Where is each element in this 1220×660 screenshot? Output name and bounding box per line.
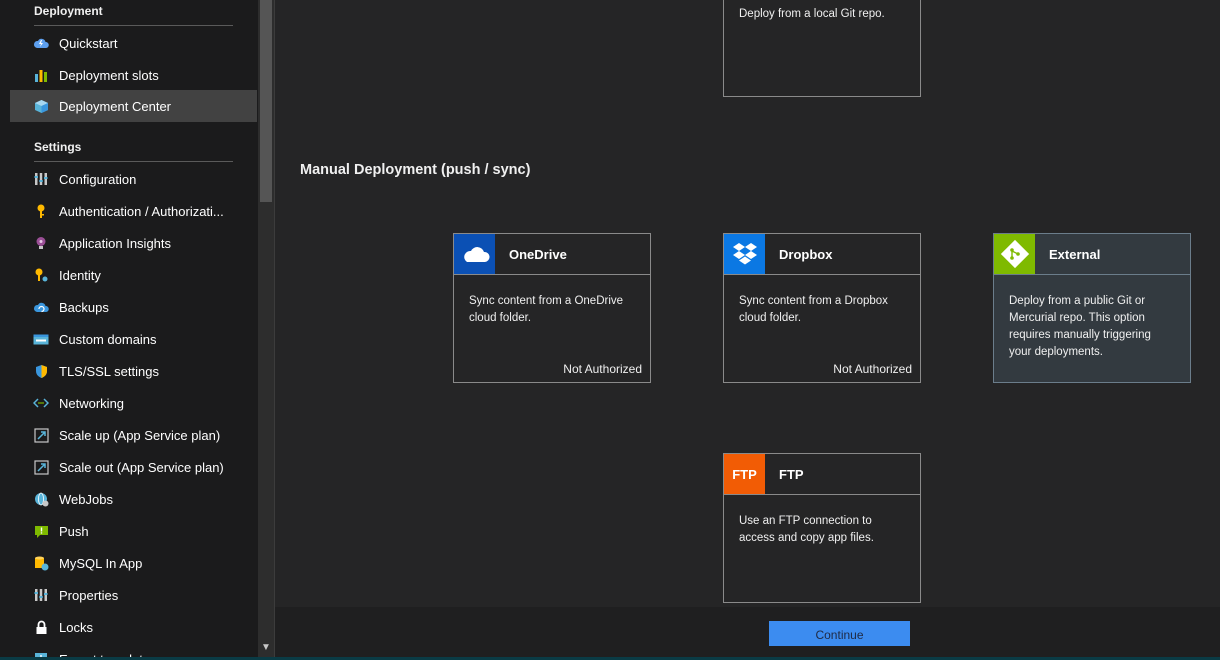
ftp-card[interactable]: FTP FTP Use an FTP connection to access … (723, 453, 921, 603)
key-icon (33, 203, 49, 219)
main-content: Deploy from a local Git repo. Manual Dep… (275, 0, 1220, 660)
sidebar-item-custom-domains[interactable]: Custom domains (10, 323, 257, 355)
manual-deployment-heading: Manual Deployment (push / sync) (300, 162, 531, 178)
sidebar-item-locks[interactable]: Locks (10, 611, 257, 643)
section-divider (34, 161, 233, 162)
sidebar-item-label: Quickstart (59, 35, 118, 51)
sidebar-item-label: Locks (59, 619, 93, 635)
card-description: Use an FTP connection to access and copy… (739, 515, 874, 544)
properties-icon (33, 587, 49, 603)
sidebar-item-webjobs[interactable]: WebJobs (10, 483, 257, 515)
card-header: Dropbox (724, 234, 920, 275)
sidebar-item-label: Scale up (App Service plan) (59, 427, 221, 443)
sidebar-item-label: Backups (59, 299, 109, 315)
card-description: Sync content from a Dropbox cloud folder… (739, 295, 888, 324)
card-description: Sync content from a OneDrive cloud folde… (469, 295, 624, 324)
identity-key-icon (33, 267, 49, 283)
sidebar-item-label: Custom domains (59, 331, 157, 347)
sidebar-item-label: Properties (59, 587, 119, 603)
card-description: Deploy from a local Git repo. (739, 8, 885, 20)
section-heading-deployment: Deployment (34, 4, 103, 18)
sidebar-item-application-insights[interactable]: Application Insights (10, 227, 257, 259)
sidebar: Deployment Quickstart Deployment slots D… (0, 0, 258, 660)
sidebar-item-label: Push (59, 523, 89, 539)
sidebar-item-label: Deployment slots (59, 67, 159, 83)
sidebar-item-label: Scale out (App Service plan) (59, 459, 224, 475)
sidebar-item-properties[interactable]: Properties (10, 579, 257, 611)
sidebar-item-deployment-center[interactable]: Deployment Center (10, 90, 257, 122)
continue-button[interactable]: Continue (769, 621, 910, 646)
section-heading-settings: Settings (34, 140, 82, 154)
database-icon (33, 555, 49, 571)
scale-up-icon (33, 427, 49, 443)
push-icon (33, 523, 49, 539)
sidebar-item-tls-ssl-settings[interactable]: TLS/SSL settings (10, 355, 257, 387)
external-card[interactable]: External Deploy from a public Git or Mer… (993, 233, 1191, 383)
shield-icon (33, 363, 49, 379)
backup-cloud-icon (33, 299, 49, 315)
sidebar-item-label: Configuration (59, 171, 137, 187)
dropbox-icon (724, 234, 765, 274)
card-title: External (1049, 246, 1101, 262)
sidebar-item-mysql-in-app[interactable]: MySQL In App (10, 547, 257, 579)
sidebar-item-deployment-slots[interactable]: Deployment slots (10, 59, 257, 91)
sidebar-item-quickstart[interactable]: Quickstart (10, 27, 257, 59)
onedrive-card[interactable]: OneDrive Sync content from a OneDrive cl… (453, 233, 651, 383)
sidebar-scrollbar[interactable]: ▼ (258, 0, 274, 660)
sidebar-item-label: Application Insights (59, 235, 172, 251)
sidebar-item-label: Identity (59, 267, 101, 283)
sidebar-item-networking[interactable]: Networking (10, 387, 257, 419)
webjobs-globe-icon (33, 491, 49, 507)
dropbox-card[interactable]: Dropbox Sync content from a Dropbox clou… (723, 233, 921, 383)
sidebar-item-configuration[interactable]: Configuration (10, 163, 257, 195)
footer-bar: Continue (275, 607, 1220, 660)
local-git-card[interactable]: Deploy from a local Git repo. (723, 0, 921, 97)
sidebar-item-backups[interactable]: Backups (10, 291, 257, 323)
onedrive-icon (454, 234, 495, 274)
sidebar-item-identity[interactable]: Identity (10, 259, 257, 291)
card-header: External (994, 234, 1190, 275)
sidebar-item-label: Authentication / Authorizati... (59, 203, 224, 219)
sidebar-item-authentication[interactable]: Authentication / Authorizati... (10, 195, 257, 227)
authorization-status: Not Authorized (563, 362, 642, 376)
card-title: FTP (779, 466, 804, 482)
sidebar-item-label: TLS/SSL settings (59, 363, 159, 379)
bar-chart-icon (33, 67, 49, 83)
sidebar-item-label: Deployment Center (59, 98, 171, 114)
card-title: OneDrive (509, 246, 567, 262)
card-header: FTP FTP (724, 454, 920, 495)
scrollbar-thumb[interactable] (260, 0, 272, 202)
sidebar-item-label: Networking (59, 395, 125, 411)
www-icon (33, 331, 49, 347)
network-arrows-icon (33, 395, 49, 411)
sidebar-item-push[interactable]: Push (10, 515, 257, 547)
section-divider (34, 25, 233, 26)
lock-icon (33, 619, 49, 635)
sidebar-item-scale-out[interactable]: Scale out (App Service plan) (10, 451, 257, 483)
git-icon (994, 234, 1035, 274)
card-description: Deploy from a public Git or Mercurial re… (1009, 295, 1151, 358)
cube-icon (33, 98, 49, 114)
ftp-icon: FTP (724, 454, 765, 494)
lightbulb-icon (33, 235, 49, 251)
sidebar-item-scale-up[interactable]: Scale up (App Service plan) (10, 419, 257, 451)
card-header: OneDrive (454, 234, 650, 275)
authorization-status: Not Authorized (833, 362, 912, 376)
sidebar-item-label: WebJobs (59, 491, 113, 507)
cloud-bolt-icon (33, 35, 49, 51)
card-title: Dropbox (779, 246, 833, 262)
sidebar-item-label: MySQL In App (59, 555, 143, 571)
sliders-icon (33, 171, 49, 187)
scroll-down-arrow-icon[interactable]: ▼ (261, 642, 271, 653)
scale-out-icon (33, 459, 49, 475)
